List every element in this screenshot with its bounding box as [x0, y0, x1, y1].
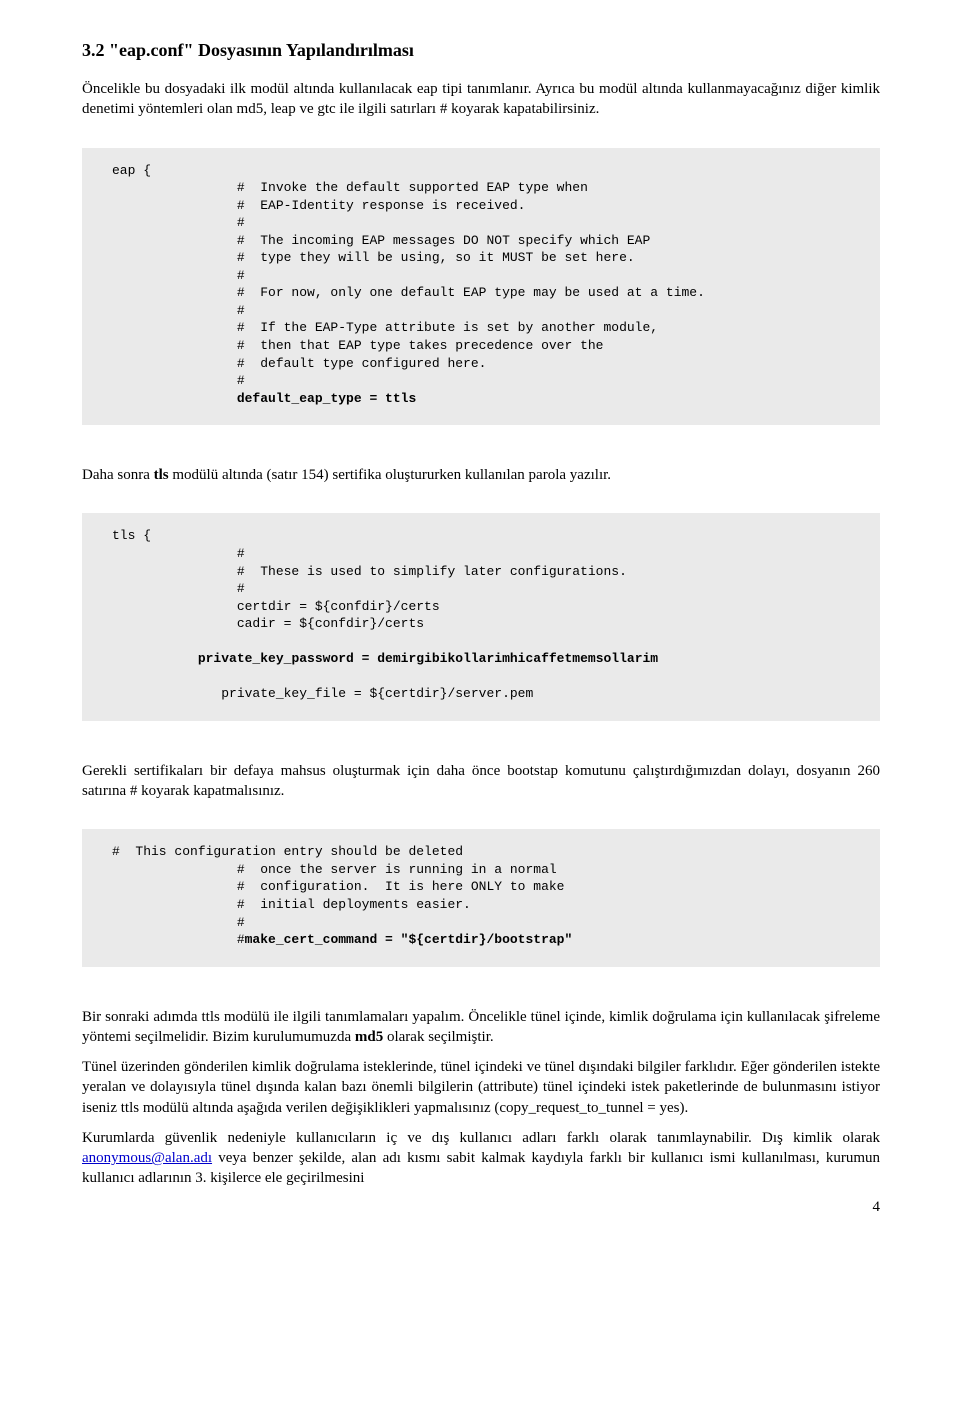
code-line: #	[112, 915, 245, 930]
code-line	[112, 651, 198, 666]
text-span: olarak seçilmiştir.	[383, 1029, 493, 1045]
section-heading: 3.2 "eap.conf" Dosyasının Yapılandırılma…	[82, 40, 880, 61]
code-line: #	[112, 932, 245, 947]
paragraph-intro: Öncelikle bu dosyadaki ilk modül altında…	[82, 79, 880, 120]
code-line: #	[112, 373, 245, 388]
code-line: # configuration. It is here ONLY to make	[112, 879, 564, 894]
code-line: # then that EAP type takes precedence ov…	[112, 338, 603, 353]
code-line: # type they will be using, so it MUST be…	[112, 250, 635, 265]
code-line	[112, 391, 237, 406]
code-line-bold: private_key_password = demirgibikollarim…	[198, 651, 658, 666]
code-line: tls {	[112, 528, 151, 543]
code-line: eap {	[112, 163, 151, 178]
page-number: 4	[82, 1199, 880, 1216]
code-block-tls: tls { # # These is used to simplify late…	[82, 513, 880, 720]
code-line-bold: default_eap_type = ttls	[237, 391, 416, 406]
code-line: # These is used to simplify later config…	[112, 564, 627, 579]
code-line: # For now, only one default EAP type may…	[112, 285, 705, 300]
code-line: #	[112, 581, 245, 596]
code-line: cadir = ${confdir}/certs	[112, 616, 424, 631]
text-bold: tls	[154, 467, 169, 483]
code-line: # The incoming EAP messages DO NOT speci…	[112, 233, 650, 248]
code-line: # Invoke the default supported EAP type …	[112, 180, 588, 195]
text-bold: md5	[355, 1029, 383, 1045]
paragraph-anonymous: Kurumlarda güvenlik nedeniyle kullanıcıl…	[82, 1128, 880, 1189]
text-span: modülü altında (satır 154) sertifika olu…	[169, 467, 611, 483]
code-line: certdir = ${confdir}/certs	[112, 599, 440, 614]
code-line: #	[112, 303, 245, 318]
email-link[interactable]: anonymous@alan.adı	[82, 1150, 212, 1166]
code-line: #	[112, 546, 245, 561]
code-block-eap: eap { # Invoke the default supported EAP…	[82, 148, 880, 426]
code-line: #	[112, 268, 245, 283]
paragraph-ttls: Bir sonraki adımda ttls modülü ile ilgil…	[82, 1007, 880, 1048]
code-line: # This configuration entry should be del…	[112, 844, 463, 859]
code-line: # If the EAP-Type attribute is set by an…	[112, 320, 658, 335]
paragraph-tunnel: Tünel üzerinden gönderilen kimlik doğrul…	[82, 1057, 880, 1118]
code-line: #	[112, 215, 245, 230]
paragraph-cert: Gerekli sertifikaları bir defaya mahsus …	[82, 761, 880, 802]
text-span: Kurumlarda güvenlik nedeniyle kullanıcıl…	[82, 1130, 880, 1146]
code-line: # once the server is running in a normal	[112, 862, 557, 877]
paragraph-tls: Daha sonra tls modülü altında (satır 154…	[82, 465, 880, 485]
code-block-makecert: # This configuration entry should be del…	[82, 829, 880, 966]
code-line: # initial deployments easier.	[112, 897, 471, 912]
code-line: # EAP-Identity response is received.	[112, 198, 525, 213]
code-line: # default type configured here.	[112, 356, 486, 371]
code-line-bold: make_cert_command = "${certdir}/bootstra…	[245, 932, 573, 947]
text-span: Daha sonra	[82, 467, 154, 483]
code-line: private_key_file = ${certdir}/server.pem	[112, 686, 533, 701]
